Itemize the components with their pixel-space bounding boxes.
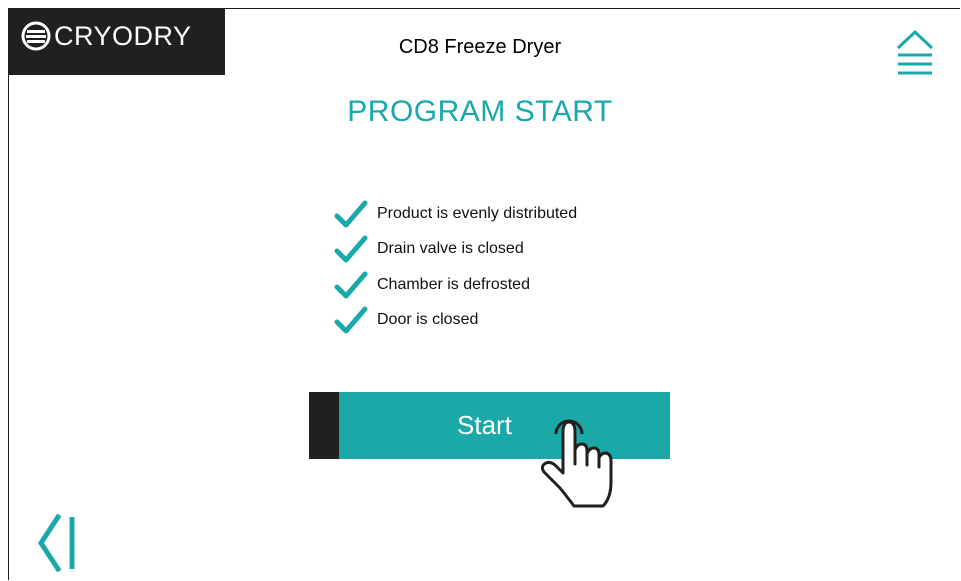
tap-hand-icon [540, 419, 613, 508]
checkmark-icon [334, 306, 368, 334]
logo-text: CRYODRY [54, 21, 192, 51]
checkmark-icon [334, 200, 368, 228]
checkmark-icon [334, 235, 368, 263]
checklist-item: Chamber is defrosted [334, 267, 577, 303]
cryodry-logo-icon [21, 21, 51, 51]
checklist-item-label: Chamber is defrosted [377, 275, 530, 293]
back-button[interactable] [34, 510, 80, 573]
start-button-accent [309, 392, 339, 459]
checklist-item: Product is evenly distributed [334, 196, 577, 232]
back-arrow-icon [38, 513, 75, 573]
checklist-item-label: Drain valve is closed [377, 240, 524, 258]
section-heading: PROGRAM START [347, 95, 613, 128]
checklist-item-label: Door is closed [377, 311, 479, 329]
checklist-item: Drain valve is closed [334, 232, 577, 268]
page-title: CD8 Freeze Dryer [398, 36, 562, 58]
precheck-list: Product is evenly distributed Drain valv… [334, 196, 577, 338]
start-button-label: Start [457, 410, 512, 440]
checklist-item-label: Product is evenly distributed [377, 204, 578, 222]
eject-menu-icon [896, 29, 934, 75]
checkmark-icon [334, 271, 368, 299]
brand-logo: CRYODRY [8, 8, 225, 75]
menu-button[interactable] [888, 26, 942, 82]
checklist-item: Door is closed [334, 303, 577, 339]
